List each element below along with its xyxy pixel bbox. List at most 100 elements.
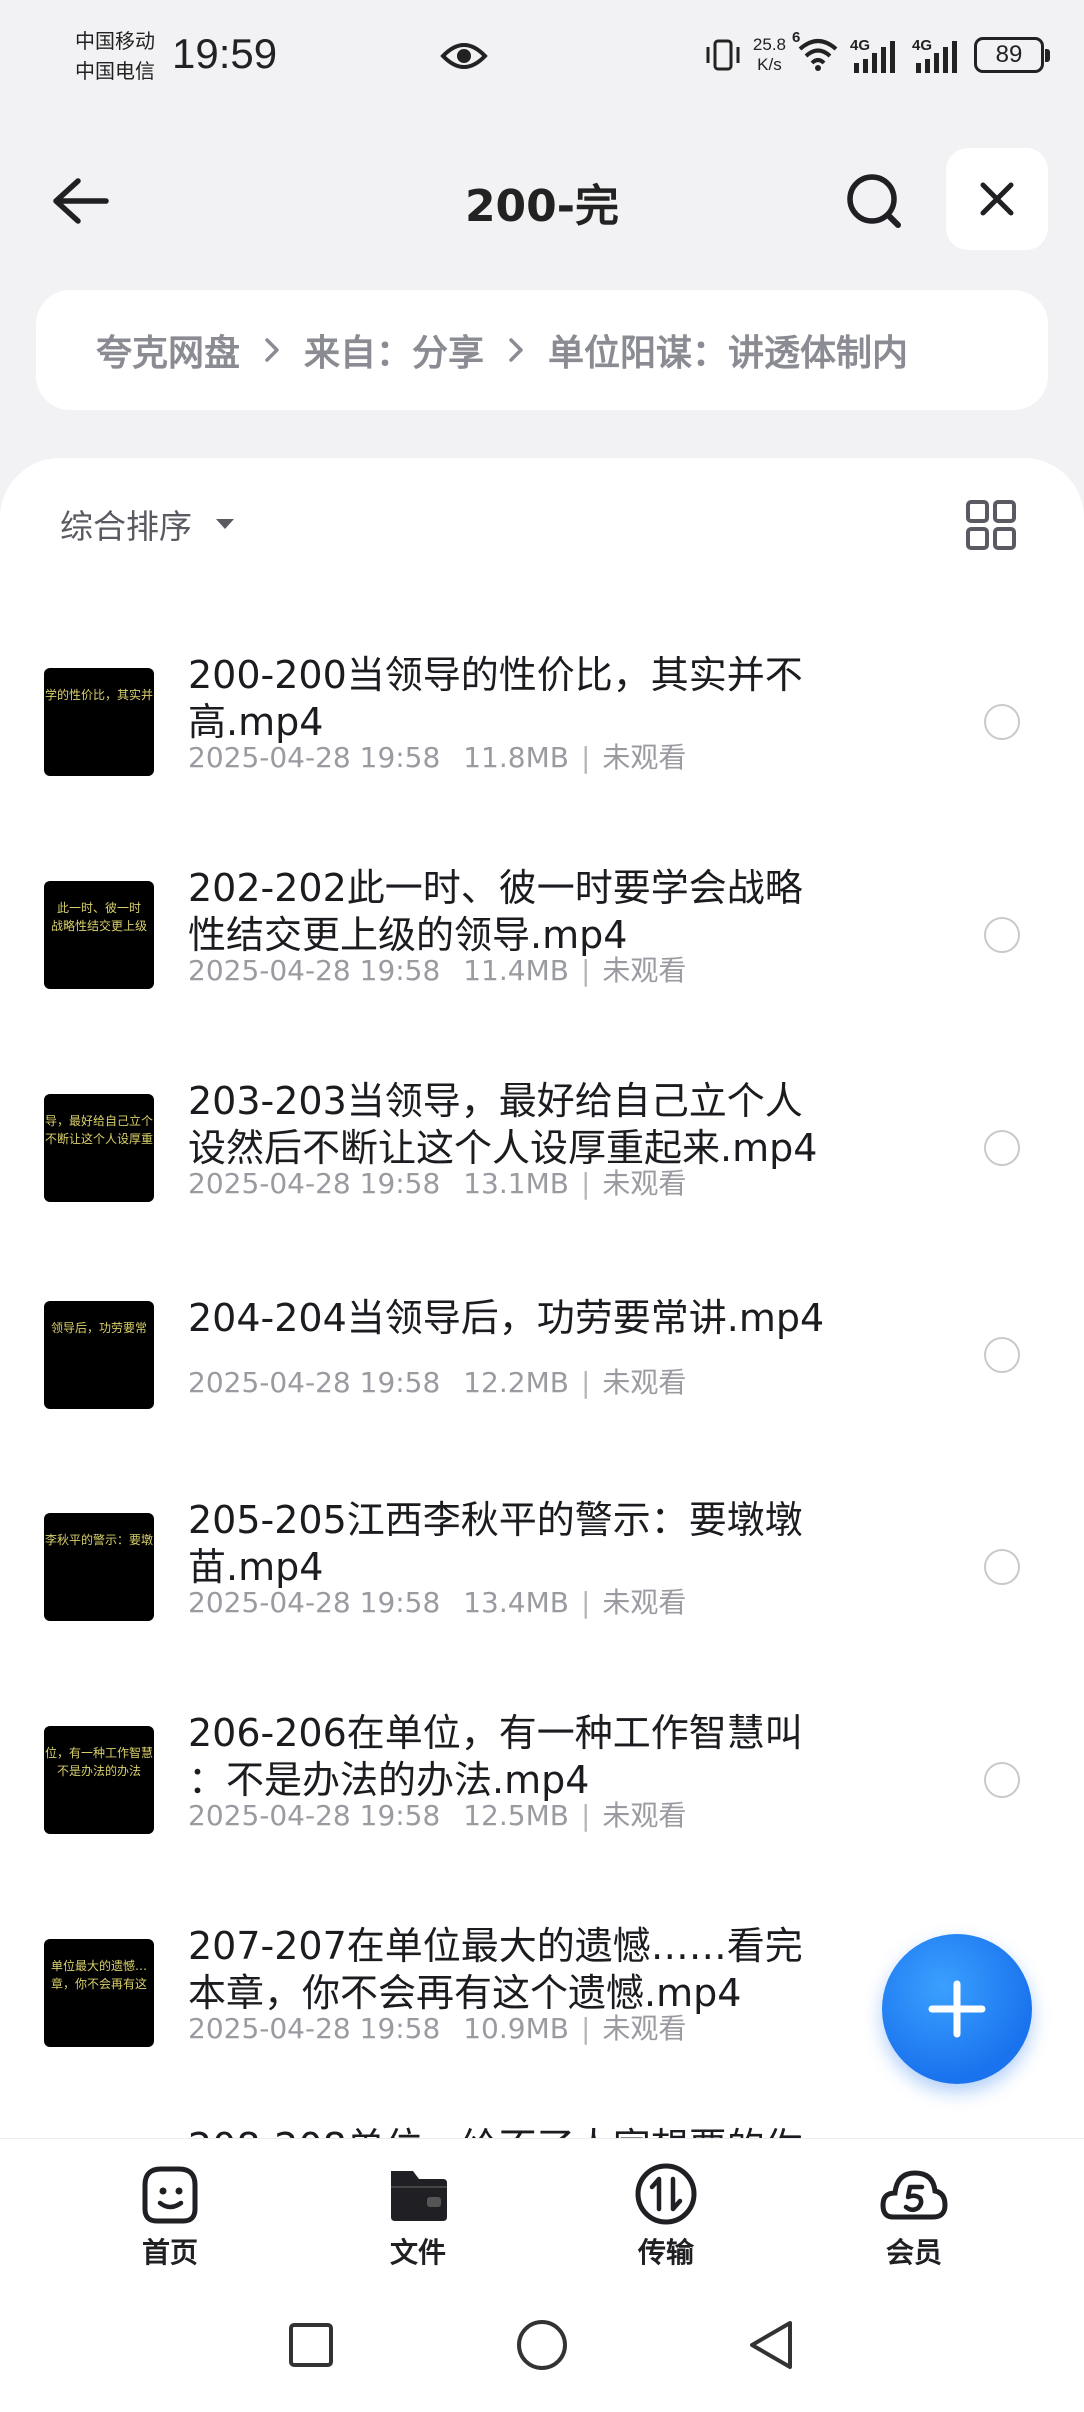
file-name-line: 207-207在单位最大的遗憾……看完: [188, 1924, 803, 1968]
file-name: 206-206在单位，有一种工作智慧叫 ：不是办法的办法.mp4: [188, 1710, 888, 1804]
wifi-group: 6: [792, 29, 840, 77]
eye-icon: [440, 43, 488, 69]
tab-vip[interactable]: 会员: [844, 2161, 984, 2271]
close-button[interactable]: [946, 148, 1048, 250]
tab-home[interactable]: 首页: [100, 2161, 240, 2271]
thumb-text: 导，最好给自己立个: [44, 1114, 153, 1128]
carrier-2: 中国电信: [75, 59, 155, 83]
vibrate-icon: [706, 39, 740, 71]
meta-divider: |: [580, 2012, 591, 2045]
transfer-icon: [635, 2163, 697, 2225]
video-thumbnail: 此一时、彼一时 战略性结交更上级: [44, 881, 154, 989]
file-date: 2025-04-28 19:58: [188, 1366, 441, 1399]
signal-1-label: 4G: [850, 37, 871, 54]
tab-files[interactable]: 文件: [348, 2161, 488, 2271]
watch-status: 未观看: [602, 1799, 687, 1832]
list-item-partial[interactable]: 208-208单位，给不了人家想要的你: [0, 2102, 1084, 2138]
file-name: 207-207在单位最大的遗憾……看完 本章，你不会再有这个遗憾.mp4: [188, 1923, 888, 2017]
video-thumbnail: 领导后，功劳要常: [44, 1301, 154, 1409]
file-size: 10.9MB: [463, 2012, 569, 2045]
list-item[interactable]: 此一时、彼一时 战略性结交更上级 202-202此一时、彼一时要学会战略 性结交…: [0, 831, 1084, 1044]
watch-status: 未观看: [602, 741, 687, 774]
add-fab-button[interactable]: [882, 1934, 1032, 2084]
signal-2: 4G: [912, 35, 964, 75]
file-size: 13.1MB: [463, 1167, 569, 1200]
watch-status: 未观看: [602, 1366, 687, 1399]
file-name: 205-205江西李秋平的警示：要墩墩 苗.mp4: [188, 1497, 888, 1591]
file-name-line: 200-200当领导的性价比，其实并不: [188, 653, 803, 697]
file-meta: 2025-04-28 19:58 11.4MB | 未观看: [188, 949, 686, 989]
home-face-icon: [142, 2166, 198, 2224]
speed-value: 25.8: [752, 35, 786, 54]
triangle-back-icon: [750, 2321, 792, 2369]
search-button[interactable]: [838, 165, 910, 237]
breadcrumb-item-root[interactable]: 夸克网盘: [96, 324, 240, 376]
file-size: 12.5MB: [463, 1799, 569, 1832]
select-radio[interactable]: [984, 1130, 1020, 1166]
file-date: 2025-04-28 19:58: [188, 954, 441, 987]
select-radio[interactable]: [984, 917, 1020, 953]
thumb-text: 不断让这个人设厚重: [44, 1132, 153, 1146]
chevron-right-icon: [509, 338, 523, 362]
thumb-text: 不是办法的办法: [56, 1764, 141, 1778]
tab-label: 传输: [637, 2236, 694, 2269]
square-recents-icon: [289, 2323, 333, 2367]
file-size: 13.4MB: [463, 1586, 569, 1619]
breadcrumb-item-share[interactable]: 来自：分享: [304, 324, 484, 376]
folder-icon: [391, 2171, 447, 2221]
file-date: 2025-04-28 19:58: [188, 1586, 441, 1619]
thumb-text: 章，你不会再有这: [50, 1977, 147, 1991]
wifi-badge: 6: [792, 29, 801, 46]
signal-2-label: 4G: [912, 37, 933, 54]
file-date: 2025-04-28 19:58: [188, 2012, 441, 2045]
status-time: 19:59: [172, 30, 278, 77]
list-item[interactable]: 学的性价比，其实并 200-200当领导的性价比，其实并不 高.mp4 2025…: [0, 618, 1084, 831]
video-thumbnail: 单位最大的遗憾… 章，你不会再有这: [44, 1939, 154, 2047]
circle-home-icon: [517, 2320, 567, 2370]
grid-view-icon[interactable]: [964, 498, 1018, 552]
tab-label: 首页: [141, 2236, 198, 2269]
thumb-text: 学的性价比，其实并: [44, 688, 153, 702]
list-item[interactable]: 位，有一种工作智慧 不是办法的办法 206-206在单位，有一种工作智慧叫 ：不…: [0, 1676, 1084, 1889]
chevron-right-icon: [265, 338, 279, 362]
meta-divider: |: [580, 1586, 591, 1619]
file-list: 学的性价比，其实并 200-200当领导的性价比，其实并不 高.mp4 2025…: [0, 618, 1084, 2138]
file-name-line: 202-202此一时、彼一时要学会战略: [188, 866, 803, 910]
list-item[interactable]: 李秋平的警示：要墩 205-205江西李秋平的警示：要墩墩 苗.mp4 2025…: [0, 1463, 1084, 1676]
bottom-tab-bar: 首页 文件 传输 会员: [0, 2138, 1084, 2278]
sort-label: 综合排序: [60, 507, 192, 546]
tab-label: 会员: [885, 2236, 942, 2269]
file-name: 203-203当领导，最好给自己立个人 设然后不断让这个人设厚重起来.mp4: [188, 1078, 888, 1172]
file-list-panel: 综合排序 学的性价比，其实并 200-200当领导的性价比，其实并不 高.mp4…: [0, 458, 1084, 2138]
watch-status: 未观看: [602, 1167, 687, 1200]
nav-back-button[interactable]: [736, 2310, 806, 2380]
breadcrumb: 夸克网盘 来自：分享 单位阳谋：讲透体制内: [36, 290, 1048, 410]
file-name-line: 205-205江西李秋平的警示：要墩墩: [188, 1498, 803, 1542]
list-item[interactable]: 领导后，功劳要常 204-204当领导后，功劳要常讲.mp4 2025-04-2…: [0, 1257, 1084, 1463]
meta-divider: |: [580, 1366, 591, 1399]
meta-divider: |: [580, 741, 591, 774]
thumb-text: 单位最大的遗憾…: [50, 1959, 147, 1973]
file-name-line: 206-206在单位，有一种工作智慧叫: [188, 1711, 803, 1755]
watch-status: 未观看: [602, 1586, 687, 1619]
recents-button[interactable]: [276, 2310, 346, 2380]
select-radio[interactable]: [984, 1337, 1020, 1373]
thumb-text: 战略性结交更上级: [50, 919, 147, 933]
tab-label: 文件: [389, 2236, 446, 2269]
breadcrumb-item-folder[interactable]: 单位阳谋：讲透体制内: [548, 324, 908, 376]
thumb-text: 此一时、彼一时: [56, 901, 141, 915]
file-name: 204-204当领导后，功劳要常讲.mp4: [188, 1295, 888, 1342]
select-radio[interactable]: [984, 704, 1020, 740]
file-size: 12.2MB: [463, 1366, 569, 1399]
tab-transfer[interactable]: 传输: [596, 2161, 736, 2271]
home-button[interactable]: [507, 2310, 577, 2380]
list-item[interactable]: 导，最好给自己立个 不断让这个人设厚重 203-203当领导，最好给自己立个人 …: [0, 1044, 1084, 1257]
select-radio[interactable]: [984, 1762, 1020, 1798]
meta-divider: |: [580, 1167, 591, 1200]
file-date: 2025-04-28 19:58: [188, 1167, 441, 1200]
status-bar: 中国移动 中国电信 19:59 25.8 K/s 6 4G 4G 89: [0, 0, 1084, 110]
sort-dropdown[interactable]: 综合排序: [60, 500, 236, 548]
select-radio[interactable]: [984, 1549, 1020, 1585]
file-size: 11.4MB: [463, 954, 569, 987]
caret-down-icon: [216, 519, 234, 529]
